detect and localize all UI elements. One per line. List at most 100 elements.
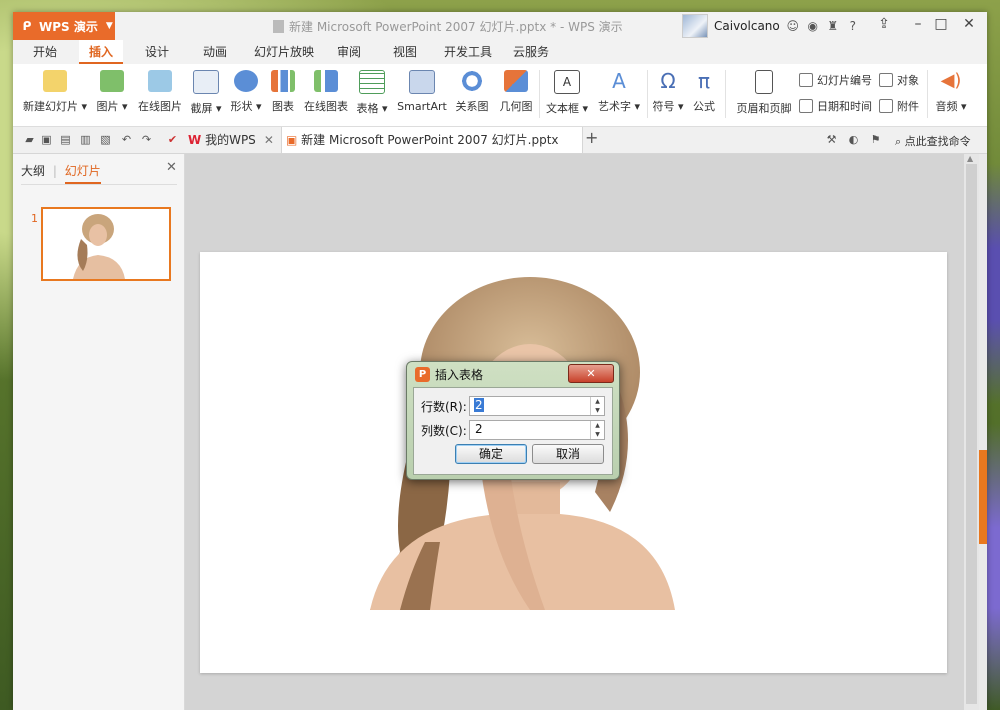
command-search[interactable]: ⌕ 点此查找命令 — [895, 133, 971, 149]
new-slide-button[interactable]: 新建幻灯片 ▾ — [21, 70, 89, 114]
object-icon — [879, 73, 893, 87]
window-title: 新建 Microsoft PowerPoint 2007 幻灯片.pptx * … — [273, 18, 623, 35]
cols-stepper[interactable]: ▲ ▼ — [590, 421, 604, 439]
export-pdf-icon[interactable]: ▤ — [59, 133, 72, 146]
cancel-button[interactable]: 取消 — [532, 444, 604, 464]
tab-my-wps[interactable]: W 我的WPS ✕ — [188, 127, 280, 153]
tool-icon[interactable]: ⚒ — [825, 133, 838, 146]
username[interactable]: Caivolcano — [714, 19, 780, 33]
cols-label: 列数(C): — [421, 424, 467, 438]
minimize-button[interactable]: – — [907, 16, 929, 32]
tab-outline[interactable]: 大纲 — [21, 162, 45, 179]
tab-view[interactable]: 视图 — [387, 40, 423, 64]
tab-document[interactable]: ▣ 新建 Microsoft PowerPoint 2007 幻灯片.pptx … — [281, 127, 583, 173]
scrollbar-thumb[interactable] — [966, 164, 977, 704]
rows-label: 行数(R): — [421, 400, 467, 414]
chart-button[interactable]: 图表 — [269, 70, 297, 114]
search-icon: ⌕ — [895, 135, 902, 148]
vertical-scrollbar[interactable]: ▲ — [964, 154, 979, 710]
tab-review[interactable]: 审阅 — [331, 40, 367, 64]
picture-button[interactable]: 图片 ▾ — [95, 70, 129, 114]
relation-diagram-button[interactable]: 关系图 — [453, 70, 491, 114]
close-button[interactable]: ✕ — [958, 16, 980, 32]
datetime-button[interactable]: 日期和时间 — [799, 98, 872, 114]
audio-button[interactable]: ◀) 音频 ▾ — [931, 70, 971, 114]
skin-icon[interactable]: ☺ — [786, 19, 800, 33]
smartart-button[interactable]: SmartArt — [395, 70, 449, 113]
header-footer-button[interactable]: 页眉和页脚 — [731, 70, 797, 116]
undo-icon[interactable]: ↶ — [120, 133, 133, 146]
object-button[interactable]: 对象 — [879, 72, 919, 88]
textbox-button[interactable]: A 文本框 ▾ — [543, 70, 591, 116]
attachment-button[interactable]: 附件 — [879, 98, 919, 114]
ok-button[interactable]: 确定 — [455, 444, 527, 464]
settings-icon[interactable]: ◉ — [806, 19, 820, 33]
tab-cloud[interactable]: 云服务 — [507, 40, 555, 64]
insert-table-dialog: P 插入表格 ✕ 行数(R): 2 ▲ ▼ 列数(C): 2 ▲ ▼ 确定 取消 — [406, 361, 620, 480]
task-pane-toggle[interactable] — [979, 450, 987, 544]
insert-ribbon: 新建幻灯片 ▾ 图片 ▾ 在线图片 截屏 ▾ 形状 ▾ 图表 在线图表 表格 ▾… — [13, 64, 987, 127]
print-icon[interactable]: ▥ — [79, 133, 92, 146]
tab-slideshow[interactable]: 幻灯片放映 — [251, 40, 317, 64]
rows-stepper[interactable]: ▲ ▼ — [590, 397, 604, 415]
smartart-icon — [409, 70, 435, 94]
shape-button[interactable]: 形状 ▾ — [229, 70, 263, 114]
document-icon — [273, 20, 284, 33]
online-picture-button[interactable]: 在线图片 — [135, 70, 185, 114]
new-slide-icon — [43, 70, 67, 92]
attachment-icon — [879, 99, 893, 113]
save-icon[interactable]: ▣ — [40, 133, 53, 146]
redo-icon[interactable]: ↷ — [140, 133, 153, 146]
slide-number-button[interactable]: 幻灯片编号 — [799, 72, 872, 88]
rows-input[interactable]: 2 ▲ ▼ — [469, 396, 605, 416]
avatar[interactable] — [682, 14, 708, 38]
divider — [647, 70, 648, 118]
print-preview-icon[interactable]: ▧ — [99, 133, 112, 146]
scroll-up-icon[interactable]: ▲ — [967, 154, 973, 163]
ppt-file-icon: ▣ — [286, 133, 298, 147]
shirt-icon[interactable]: ♜ — [826, 19, 840, 33]
wps-logo-icon: ᑭ — [22, 19, 32, 33]
help-icon[interactable]: ? — [846, 19, 860, 33]
tab-animation[interactable]: 动画 — [197, 40, 233, 64]
table-button[interactable]: 表格 ▾ — [355, 70, 389, 116]
close-tab-icon[interactable]: ✕ — [264, 133, 274, 147]
wordart-button[interactable]: A 艺术字 ▾ — [595, 70, 643, 114]
slide-thumbnail[interactable] — [41, 207, 171, 281]
tab-insert[interactable]: 插入 — [79, 40, 123, 64]
close-panel-icon[interactable]: ✕ — [166, 160, 177, 175]
symbol-button[interactable]: Ω 符号 ▾ — [651, 70, 685, 114]
comment-icon[interactable]: ⚑ — [869, 133, 882, 146]
geometry-icon — [504, 70, 528, 92]
share-icon[interactable]: ◐ — [847, 133, 860, 146]
title-bar: ᑭ WPS 演示 ▼ 新建 Microsoft PowerPoint 2007 … — [13, 12, 987, 40]
cols-value[interactable]: 2 — [474, 422, 484, 436]
tab-developer[interactable]: 开发工具 — [438, 40, 498, 64]
rows-value[interactable]: 2 — [474, 398, 484, 412]
tab-design[interactable]: 设计 — [139, 40, 175, 64]
slide-panel: 大纲 | 幻灯片 ✕ 1 — [13, 154, 185, 710]
formula-button[interactable]: π 公式 — [689, 70, 719, 114]
chevron-down-icon: ▼ — [105, 21, 113, 31]
upload-icon[interactable]: ⇪ — [873, 16, 895, 32]
app-menu-button[interactable]: ᑭ WPS 演示 ▼ — [13, 12, 115, 40]
customize-icon[interactable]: ✔ — [166, 133, 179, 146]
geometry-button[interactable]: 几何图 — [497, 70, 535, 114]
omega-icon: Ω — [660, 69, 676, 93]
divider — [927, 70, 928, 118]
new-tab-icon[interactable]: + — [585, 130, 598, 146]
picture-icon — [100, 70, 124, 92]
screenshot-button[interactable]: 截屏 ▾ — [189, 70, 223, 116]
divider — [539, 70, 540, 118]
header-footer-icon — [755, 70, 773, 94]
online-chart-button[interactable]: 在线图表 — [301, 70, 351, 114]
cols-input[interactable]: 2 ▲ ▼ — [469, 420, 605, 440]
app-name: WPS 演示 — [39, 19, 98, 34]
open-icon[interactable]: ▰ — [23, 133, 36, 146]
relation-diagram-icon — [460, 70, 484, 92]
maximize-button[interactable]: □ — [930, 16, 952, 32]
tab-slides[interactable]: 幻灯片 — [64, 162, 101, 184]
dialog-close-button[interactable]: ✕ — [568, 364, 614, 383]
tab-home[interactable]: 开始 — [27, 40, 63, 64]
wordart-icon: A — [612, 69, 626, 93]
